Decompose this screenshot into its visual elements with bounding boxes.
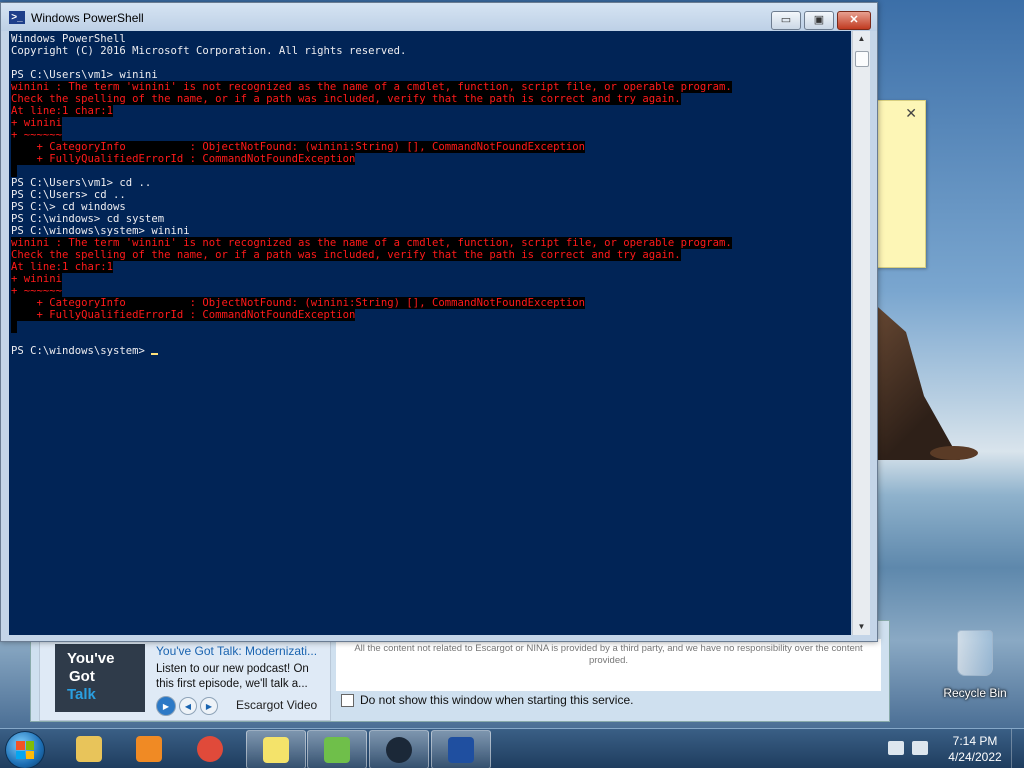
sticky-note[interactable]: ✕ (876, 100, 926, 268)
clock[interactable]: 7:14 PM 4/24/2022 (940, 733, 1010, 765)
taskbar-explorer[interactable] (60, 730, 118, 767)
console-line: + CategoryInfo : ObjectNotFound: (winini… (11, 141, 586, 153)
console-line: + ~~~~~~ (11, 285, 63, 297)
scroll-thumb[interactable] (855, 51, 869, 67)
console-line: PS C:\windows\system> winini (11, 225, 190, 237)
steam-icon (386, 737, 412, 763)
windows-logo-icon (16, 741, 34, 759)
console-line: winini : The term 'winini' is not recogn… (11, 237, 732, 249)
dont-show-checkbox[interactable]: Do not show this window when starting th… (341, 693, 633, 707)
console-line: PS C:\windows> cd system (11, 213, 165, 225)
console-line: + winini (11, 273, 63, 285)
console-line (11, 165, 732, 177)
taskbar-powershell[interactable] (431, 730, 491, 768)
powershell-icon (448, 737, 474, 763)
console-line: + CategoryInfo : ObjectNotFound: (winini… (11, 297, 586, 309)
thumb-text-3: Talk (67, 686, 96, 703)
clock-time: 7:14 PM (952, 734, 998, 748)
clock-date: 4/24/2022 (948, 750, 1002, 764)
console-line (11, 321, 732, 333)
console-output[interactable]: Windows PowerShell Copyright (C) 2016 Mic… (9, 31, 851, 635)
promo-channel: Escargot Video (236, 698, 318, 712)
taskbar-chrome[interactable] (181, 730, 239, 767)
text-cursor (151, 353, 159, 355)
checkbox-icon[interactable] (341, 693, 354, 707)
console-line: winini : The term 'winini' is not recogn… (11, 81, 732, 93)
promo-title-link[interactable]: You've Got Talk: Modernizati... (156, 644, 326, 658)
console-line: + FullyQualifiedErrorId : CommandNotFoun… (11, 309, 356, 321)
previous-icon[interactable]: ◀ (179, 697, 197, 715)
console-line: At line:1 char:1 (11, 105, 114, 117)
console-line: + FullyQualifiedErrorId : CommandNotFoun… (11, 153, 356, 165)
console-line: PS C:\windows\system> (11, 345, 732, 357)
maximize-button[interactable]: ▣ (804, 11, 834, 30)
console-line: PS C:\> cd windows (11, 201, 126, 213)
console-line: PS C:\Users\vm1> cd .. (11, 177, 152, 189)
taskbar: 7:14 PM 4/24/2022 (0, 728, 1024, 768)
wallpaper-rock (930, 446, 978, 460)
title-bar[interactable]: >_ Windows PowerShell ▭ ▣ ✕ (1, 3, 877, 31)
wallpaper-cliff (870, 300, 960, 460)
taskbar-messenger[interactable] (307, 730, 367, 768)
close-icon[interactable]: ✕ (905, 105, 917, 122)
media-player-icon (136, 736, 162, 762)
promo-controls: ▶ ◀ ▶ (156, 696, 218, 716)
recycle-bin-label: Recycle Bin (943, 686, 1007, 700)
network-icon[interactable] (888, 741, 904, 755)
console-line: At line:1 char:1 (11, 261, 114, 273)
promo-description: Listen to our new podcast! On this first… (156, 663, 309, 690)
show-desktop-button[interactable] (1011, 729, 1024, 768)
start-button[interactable] (5, 731, 45, 768)
window-title: Windows PowerShell (31, 11, 144, 25)
sticky-notes-icon (263, 737, 289, 763)
console-line: PS C:\Users> cd .. (11, 189, 126, 201)
promo-card[interactable]: You've Got Talk You've Got Talk: Moderni… (39, 639, 331, 721)
system-tray (888, 741, 928, 755)
volume-icon[interactable] (912, 741, 928, 755)
console-line: Check the spelling of the name, or if a … (11, 93, 681, 105)
console-line: + winini (11, 117, 63, 129)
dont-show-label: Do not show this window when starting th… (360, 693, 634, 707)
console-line: Copyright (C) 2016 Microsoft Corporation… (11, 45, 407, 57)
thumb-text-2: Got (69, 668, 95, 685)
chrome-icon (197, 736, 223, 762)
powershell-icon: >_ (9, 11, 25, 24)
close-button[interactable]: ✕ (837, 11, 871, 30)
messenger-icon (324, 737, 350, 763)
taskbar-media-player[interactable] (120, 730, 178, 767)
taskbar-sticky-notes[interactable] (246, 730, 306, 768)
promo-thumbnail[interactable]: You've Got Talk (55, 644, 145, 712)
console-line: PS C:\Users\vm1> winini (11, 69, 158, 81)
thumb-text-1: You've (67, 650, 115, 667)
console-line: Check the spelling of the name, or if a … (11, 249, 681, 261)
console-text: Windows PowerShell Copyright (C) 2016 Mic… (11, 33, 732, 357)
play-icon[interactable]: ▶ (156, 696, 176, 716)
powershell-window[interactable]: >_ Windows PowerShell ▭ ▣ ✕ Windows Powe… (0, 2, 878, 642)
minimize-button[interactable]: ▭ (771, 11, 801, 30)
next-icon[interactable]: ▶ (200, 697, 218, 715)
disclaimer-text: All the content not related to Escargot … (336, 639, 881, 691)
recycle-bin-icon[interactable] (957, 630, 993, 676)
taskbar-steam[interactable] (369, 730, 429, 768)
recycle-bin[interactable]: Recycle Bin (940, 630, 1010, 700)
console-line: + ~~~~~~ (11, 129, 63, 141)
console-line: Windows PowerShell (11, 33, 126, 45)
scroll-up-icon[interactable]: ▲ (853, 31, 870, 47)
folder-icon (76, 736, 102, 762)
vertical-scrollbar[interactable]: ▲ ▼ (852, 31, 870, 635)
scroll-down-icon[interactable]: ▼ (853, 619, 870, 635)
